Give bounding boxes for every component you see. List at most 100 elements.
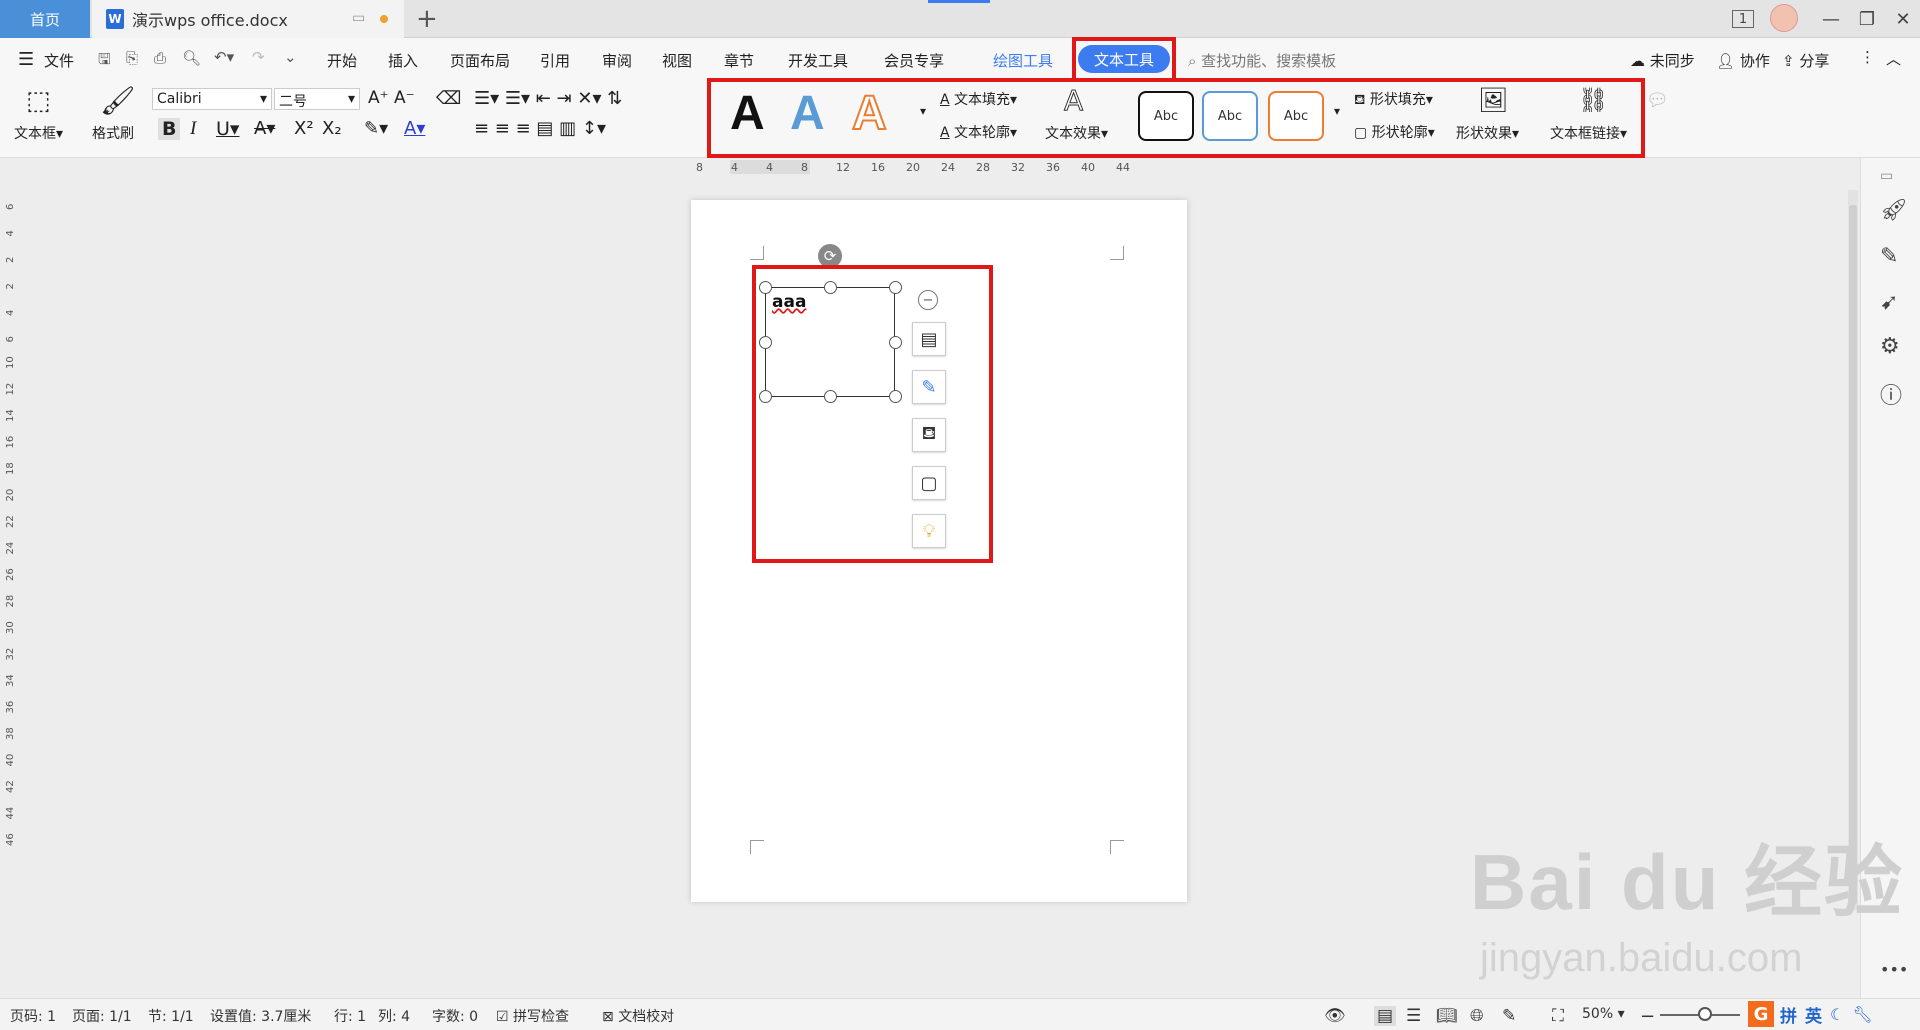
outline-view-icon[interactable]: ☰ xyxy=(1406,1006,1421,1026)
underline-icon[interactable]: U▾ xyxy=(216,118,239,140)
align-icons[interactable]: ≡ ≡ ≡ ▤ ▥ ↕▾ xyxy=(474,118,606,139)
ruler-tick-label: 10 xyxy=(5,356,16,369)
status-words[interactable]: 字数: 0 xyxy=(432,1006,478,1026)
collab-button[interactable]: 👤︎ 协作 xyxy=(1716,50,1770,71)
help-icon[interactable]: ⓘ xyxy=(1880,378,1902,410)
ruler-tick-label: 2 xyxy=(5,283,16,289)
wrench-icon[interactable]: 🔧︎ xyxy=(1852,1005,1872,1024)
pinyin-ime-bar[interactable]: G 拼 英 ☾ 🔧︎ xyxy=(1748,1000,1920,1028)
subscript-icon[interactable]: X₂ xyxy=(322,118,342,139)
settings-sliders-icon[interactable]: ⚙ xyxy=(1880,334,1900,359)
fit-page-icon[interactable]: ⛶ xyxy=(1552,1006,1564,1026)
ruler-tick-label: 18 xyxy=(5,462,16,475)
font-size-select[interactable]: 二号 ▾ xyxy=(274,88,360,110)
clear-format-icon[interactable]: ⌫ xyxy=(436,88,461,109)
avatar[interactable] xyxy=(1770,4,1798,32)
tab-chapter[interactable]: 章节 xyxy=(724,50,754,71)
home-tab[interactable]: 首页 xyxy=(0,0,90,38)
strikethrough-icon[interactable]: A▾ xyxy=(254,118,275,139)
pen-mode-icon[interactable]: ✎ xyxy=(1502,1006,1516,1026)
new-tab-button[interactable]: + xyxy=(416,4,438,34)
tab-page-layout[interactable]: 页面布局 xyxy=(450,50,510,71)
ruler-tick-label: 44 xyxy=(1116,161,1130,174)
tab-view[interactable]: 视图 xyxy=(662,50,692,71)
ruler-tick-label: 44 xyxy=(5,807,16,820)
grow-font-icon[interactable]: A⁺ A⁻ xyxy=(368,88,415,108)
zoom-level[interactable]: 50% ▾ xyxy=(1582,1006,1625,1022)
close-icon[interactable]: ✕ xyxy=(1888,6,1918,32)
highlight-icon[interactable]: ✎▾ xyxy=(364,118,388,139)
eye-icon[interactable]: 👁︎ xyxy=(1324,1006,1346,1026)
page-view-icon[interactable]: ▤ xyxy=(1374,1006,1397,1026)
tab-developer[interactable]: 开发工具 xyxy=(788,50,848,71)
spell-check-button[interactable]: ☑ 拼写检查 xyxy=(496,1006,569,1026)
ime-pinyin[interactable]: 拼 xyxy=(1780,1002,1797,1027)
restore-icon[interactable]: ❐ xyxy=(1852,6,1882,32)
file-menu[interactable]: 文件 xyxy=(44,50,74,71)
page-count-icon[interactable]: 1 xyxy=(1732,10,1754,28)
undo-icon[interactable]: ↶▾ xyxy=(214,48,234,66)
redo-icon[interactable]: ↷ xyxy=(252,48,265,66)
ruler-tick-label: 14 xyxy=(5,409,16,422)
tab-start[interactable]: 开始 xyxy=(327,50,357,71)
tab-review[interactable]: 审阅 xyxy=(602,50,632,71)
ruler-tick-label: 24 xyxy=(5,542,16,555)
scrollbar-thumb[interactable] xyxy=(1849,205,1857,905)
ruler-tick-label: 6 xyxy=(5,204,16,210)
more-dots-icon[interactable]: ••• xyxy=(1880,960,1908,979)
tab-drawing-tools[interactable]: 绘图工具 xyxy=(993,50,1053,71)
ruler-tick-label: 12 xyxy=(836,161,850,174)
doc-proof-button[interactable]: ⊠ 文档校对 xyxy=(602,1006,674,1026)
read-view-icon[interactable]: 📖︎ xyxy=(1436,1006,1458,1026)
status-section[interactable]: 节: 1/1 xyxy=(148,1006,194,1026)
hamburger-icon[interactable]: ☰ xyxy=(18,49,34,70)
ruler-tick-label: 4 xyxy=(5,310,16,316)
monitor-icon[interactable]: ▭ xyxy=(352,10,365,26)
more-icon[interactable]: ⋮ xyxy=(1860,48,1875,66)
collapse-ribbon-icon[interactable]: ︿ xyxy=(1886,48,1901,69)
ime-english[interactable]: 英 xyxy=(1805,1002,1822,1027)
bold-icon[interactable]: B xyxy=(158,118,181,140)
status-setting[interactable]: 设置值: 3.7厘米 xyxy=(210,1006,311,1026)
status-col[interactable]: 列: 4 xyxy=(378,1006,410,1026)
export-icon[interactable]: ⎘ xyxy=(126,49,138,67)
format-painter-button[interactable]: 格式刷 xyxy=(92,123,134,143)
share-button[interactable]: ⇪ 分享 xyxy=(1782,50,1829,71)
status-pages[interactable]: 页面: 1/1 xyxy=(72,1006,132,1026)
font-color-icon[interactable]: A▾ xyxy=(404,118,425,139)
ruler-tick-label: 4 xyxy=(5,230,16,236)
superscript-icon[interactable]: X² xyxy=(294,118,314,139)
zoom-slider-knob[interactable] xyxy=(1698,1007,1712,1021)
rocket-icon[interactable]: 🚀︎ xyxy=(1880,198,1908,223)
document-tab-label: 演示wps office.docx xyxy=(132,11,288,30)
panel-toggle-icon[interactable]: ▭ xyxy=(1880,168,1893,184)
tab-insert[interactable]: 插入 xyxy=(388,50,418,71)
web-view-icon[interactable]: 🌐︎ xyxy=(1470,1006,1484,1026)
ruler-tick-label: 32 xyxy=(1011,161,1025,174)
font-name-select[interactable]: Calibri ▾ xyxy=(152,88,272,110)
minimize-icon[interactable]: — xyxy=(1816,6,1846,32)
tab-references[interactable]: 引用 xyxy=(540,50,570,71)
print-preview-icon[interactable]: 🔍︎ xyxy=(182,49,201,67)
ruler-tick-label: 6 xyxy=(5,336,16,342)
print-icon[interactable]: ⎙ xyxy=(154,49,166,67)
search-input[interactable]: ⌕ 查找功能、搜索模板 xyxy=(1188,50,1336,71)
bullets-icon[interactable]: ☰▾ ☰▾ ⇤ ⇥ ✕▾ ⇅ xyxy=(474,88,622,109)
textbox-button[interactable]: 文本框▾ xyxy=(14,123,63,143)
zoom-out-icon[interactable]: − xyxy=(1640,1006,1655,1027)
moon-icon[interactable]: ☾ xyxy=(1830,1005,1844,1024)
italic-icon[interactable]: I xyxy=(190,118,196,140)
ruler-tick-label: 16 xyxy=(5,436,16,449)
status-page[interactable]: 页码: 1 xyxy=(10,1006,56,1026)
edit-pen-icon[interactable]: ✎ xyxy=(1880,244,1898,269)
comment-icon[interactable]: 💬︎ xyxy=(1646,90,1669,111)
sync-button[interactable]: ☁ 未同步 xyxy=(1630,50,1695,71)
save-icon[interactable]: 🖫 xyxy=(98,49,111,74)
ruler-tick-label: 24 xyxy=(941,161,955,174)
status-row[interactable]: 行: 1 xyxy=(334,1006,366,1026)
ruler-tick-label: 36 xyxy=(1046,161,1060,174)
cursor-select-icon[interactable]: ➹ xyxy=(1880,290,1898,315)
tab-member[interactable]: 会员专享 xyxy=(884,50,944,71)
customize-icon[interactable]: ⌄ xyxy=(284,48,297,66)
vertical-ruler: 6 4 2 2 4 6 10 12 14 16 18 20 22 24 26 28 30 32 34 36 38 40 42… xyxy=(0,158,18,958)
